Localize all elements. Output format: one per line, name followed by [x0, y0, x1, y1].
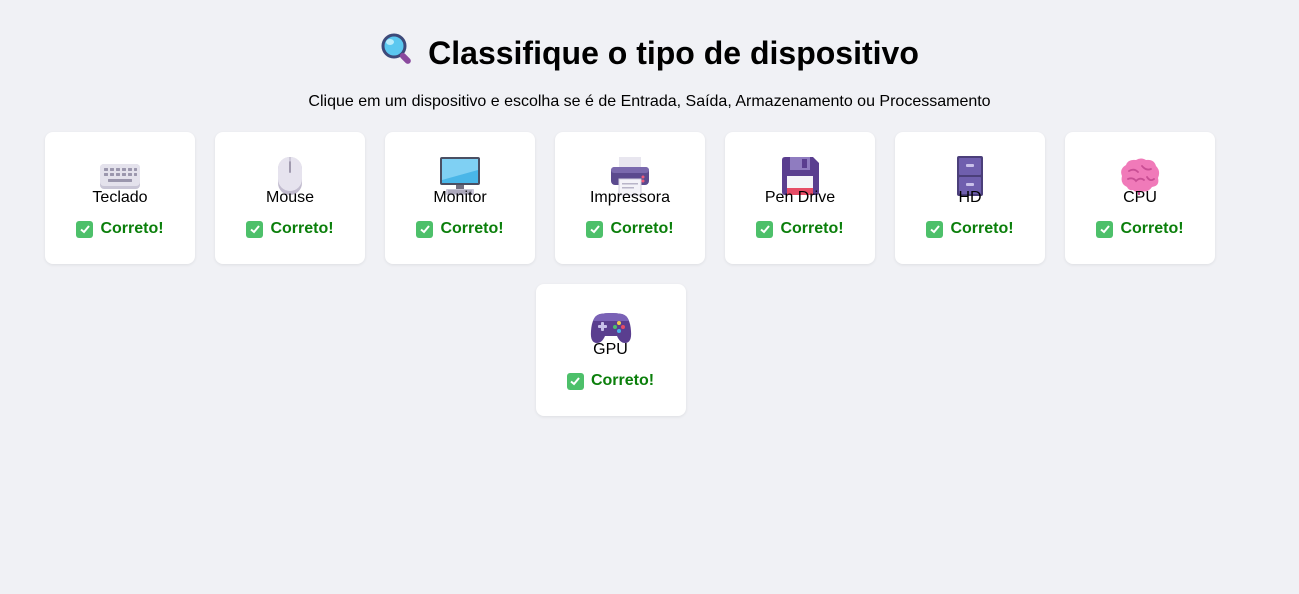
- status-text: Correto!: [610, 220, 674, 237]
- device-name: CPU: [1123, 189, 1157, 206]
- device-name: HD: [958, 189, 982, 206]
- check-icon: [586, 220, 604, 238]
- status-correct: Correto!: [416, 220, 504, 238]
- device-name: Teclado: [92, 189, 148, 206]
- status-correct: Correto!: [586, 220, 674, 238]
- status-correct: Correto!: [926, 220, 1014, 238]
- device-card-gpu[interactable]: GPU Correto!: [535, 284, 686, 416]
- status-text: Correto!: [100, 220, 164, 237]
- status-text: Correto!: [780, 220, 844, 237]
- check-icon: [756, 220, 774, 238]
- check-icon: [1096, 220, 1114, 238]
- device-name: Monitor: [433, 189, 487, 206]
- device-card-teclado[interactable]: Teclado Correto!: [45, 132, 195, 264]
- device-card-monitor[interactable]: Monitor Correto!: [385, 132, 535, 264]
- status-text: Correto!: [440, 220, 504, 237]
- status-correct: Correto!: [566, 372, 655, 390]
- device-card-cpu[interactable]: CPU Correto!: [1065, 132, 1215, 264]
- device-row-2: GPU Correto!: [25, 284, 1235, 436]
- check-icon: [246, 220, 264, 238]
- page-title: Classifique o tipo de dispositivo: [380, 32, 919, 74]
- device-card-hd[interactable]: HD Correto!: [895, 132, 1045, 264]
- check-icon: [76, 220, 94, 238]
- magnifier-icon: [380, 32, 414, 74]
- device-grid: Teclado Correto! Mouse Correto! Monitor …: [0, 132, 1299, 436]
- device-name: Pen Drive: [764, 189, 836, 206]
- page-subtitle: Clique em um dispositivo e escolha se é …: [308, 93, 991, 110]
- status-correct: Correto!: [246, 220, 334, 238]
- device-card-pen-drive[interactable]: Pen Drive Correto!: [725, 132, 875, 264]
- check-icon: [926, 220, 944, 238]
- check-icon: [566, 372, 584, 390]
- status-text: Correto!: [270, 220, 334, 237]
- device-name: Impressora: [589, 189, 671, 206]
- device-name: GPU: [593, 341, 628, 358]
- device-card-impressora[interactable]: Impressora Correto!: [555, 132, 705, 264]
- status-text: Correto!: [590, 372, 655, 389]
- status-text: Correto!: [1120, 220, 1184, 237]
- check-icon: [416, 220, 434, 238]
- header: Classifique o tipo de dispositivo Clique…: [0, 0, 1299, 112]
- status-correct: Correto!: [1096, 220, 1184, 238]
- status-correct: Correto!: [76, 220, 164, 238]
- page-title-text: Classifique o tipo de dispositivo: [428, 35, 919, 71]
- device-name: Mouse: [265, 189, 315, 206]
- status-text: Correto!: [950, 220, 1014, 237]
- device-card-mouse[interactable]: Mouse Correto!: [215, 132, 365, 264]
- status-correct: Correto!: [756, 220, 844, 238]
